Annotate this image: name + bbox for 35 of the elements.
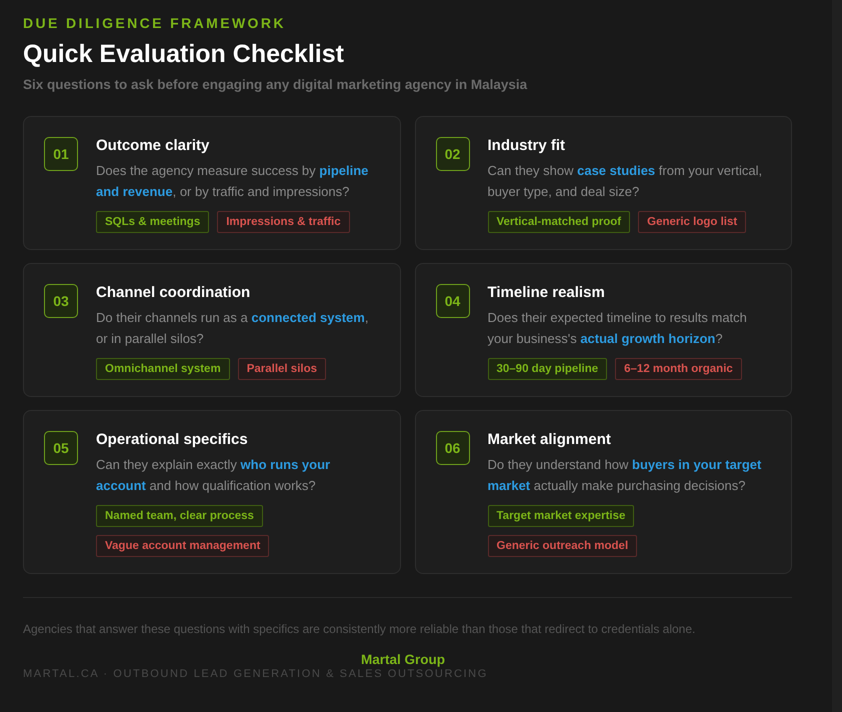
card-title: Market alignment	[488, 431, 612, 449]
criteria-tag: Omnichannel system	[96, 358, 230, 380]
number-badge: 03	[44, 284, 78, 318]
brand-name: Martal Group	[360, 652, 445, 667]
criteria-tag: 30–90 day pipeline	[488, 358, 608, 380]
card-title: Timeline realism	[488, 284, 606, 302]
number-badge: 05	[44, 431, 78, 465]
card-question: Does the agency measure success by pipeline and revenue, or by traffic and impressions?	[96, 162, 370, 201]
criteria-tag: Parallel silos	[238, 358, 326, 380]
card-title: Industry fit	[488, 137, 566, 155]
criteria-tag: 6–12 month organic	[615, 358, 742, 380]
criteria-tag: Impressions & traffic	[217, 211, 350, 233]
criteria-tag: Named team, clear process	[96, 505, 263, 527]
number-badge: 02	[436, 137, 470, 171]
criteria-tag: Generic logo list	[638, 211, 746, 233]
card-title: Outcome clarity	[96, 137, 210, 155]
card-question: Do they understand how buyers in your target market actually make purchasing decisions?	[488, 456, 762, 495]
card-question: Can they show case studies from your vertical, buyer type, and deal size?	[488, 162, 764, 201]
footer-note: Agencies that answer these questions with specifics are consistently more reliable than those that redirect to credentials alone.	[23, 621, 696, 637]
card-question: Do their channels run as a connected system, or in parallel silos?	[96, 309, 370, 348]
criteria-tag: Target market expertise	[488, 505, 634, 527]
criteria-tag: Generic outreach model	[488, 535, 638, 557]
card-title: Operational specifics	[96, 431, 249, 449]
card-title: Channel coordination	[96, 284, 252, 302]
card-question: Can they explain exactly who runs your account and how qualification works?	[96, 456, 332, 495]
number-badge: 04	[436, 284, 470, 318]
number-badge: 01	[44, 137, 78, 171]
criteria-tag: Vague account management	[96, 535, 270, 557]
card-question: Does their expected timeline to results match your business's actual growth horizon?	[488, 309, 748, 348]
page-title: Quick Evaluation Checklist	[23, 39, 345, 70]
eyebrow-label: DUE DILIGENCE FRAMEWORK	[23, 14, 287, 32]
number-badge: 06	[436, 431, 470, 465]
page-subtitle: Six questions to ask before engaging any digital marketing agency in Malaysia	[23, 76, 528, 94]
criteria-tag: Vertical-matched proof	[488, 211, 630, 233]
criteria-tag: SQLs & meetings	[96, 211, 210, 233]
